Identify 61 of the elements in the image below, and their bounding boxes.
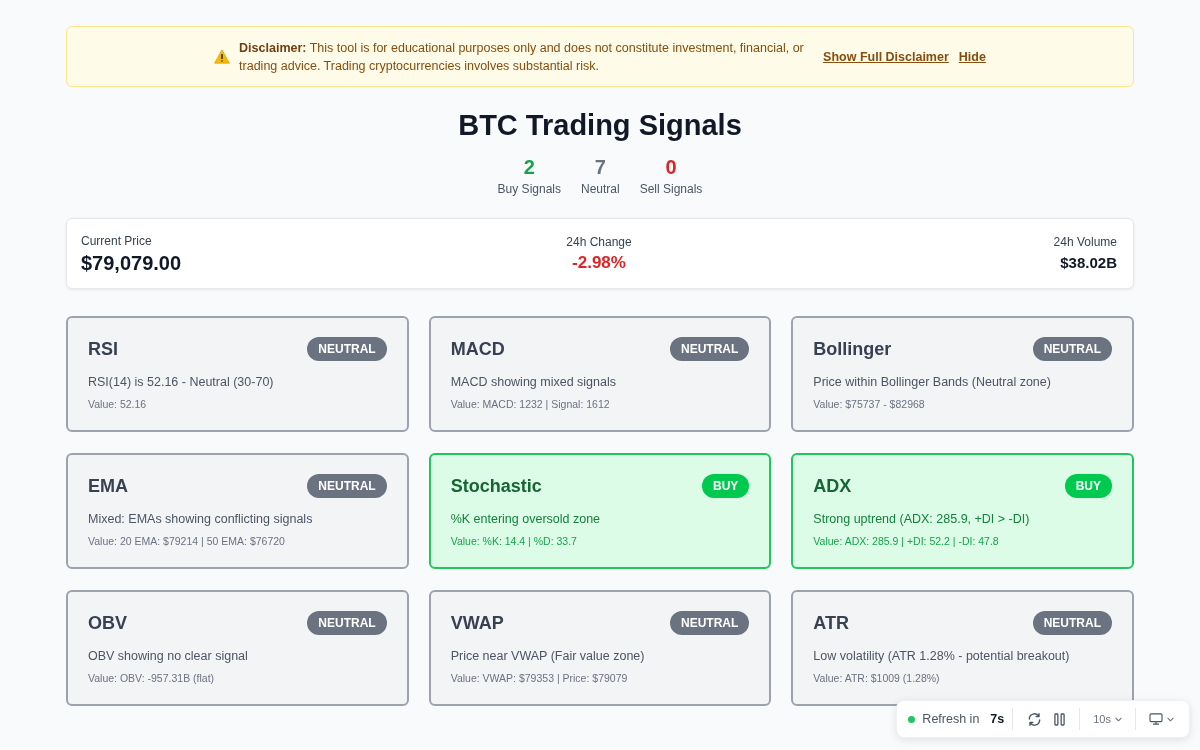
refresh-label: Refresh in — [922, 712, 980, 726]
indicator-value: Value: OBV: -957.31B (flat) — [88, 671, 216, 685]
signal-count-label: Sell Signals — [639, 181, 703, 197]
indicator-description: Price within Bollinger Bands (Neutral zone) — [813, 374, 1052, 391]
indicator-name: EMA — [88, 475, 128, 498]
indicator-value: Value: 52.16 — [88, 397, 148, 411]
market-label: Current Price — [81, 232, 152, 249]
indicator-description: Strong uptrend (ADX: 285.9, +DI > -DI) — [813, 511, 1031, 528]
indicator-name: VWAP — [450, 612, 504, 635]
indicator-value: Value: 20 EMA: $79214 | 50 EMA: $76720 — [88, 534, 286, 548]
page-title: BTC Trading Signals — [457, 108, 743, 142]
signal-badge: NEUTRAL — [670, 337, 750, 361]
interval-dropdown[interactable]: 10s — [1088, 710, 1127, 728]
chevron-down-icon — [1167, 716, 1174, 722]
signal-count-label: Buy Signals — [497, 181, 561, 197]
indicator-value: Value: ATR: $1009 (1.28%) — [813, 671, 941, 685]
indicator-name: ADX — [813, 475, 852, 498]
warning-icon — [214, 49, 231, 64]
indicator-name: Stochastic — [450, 475, 542, 498]
refresh-icon — [1027, 711, 1043, 727]
signal-count: 7 — [594, 155, 606, 179]
refresh-countdown: 7s — [990, 712, 1005, 726]
market-value: $79,079.00 — [81, 250, 182, 275]
indicator-description: %K entering oversold zone — [450, 511, 602, 528]
signal-count: 2 — [523, 155, 535, 179]
disclaimer-link[interactable]: Hide — [958, 49, 986, 64]
disclaimer-link[interactable]: Show Full Disclaimer — [823, 49, 949, 64]
signal-count-label: Neutral — [581, 181, 620, 197]
chevron-down-icon — [1115, 716, 1122, 722]
signal-badge: NEUTRAL — [1032, 611, 1112, 635]
indicator-description: MACD showing mixed signals — [450, 374, 617, 391]
market-value: -2.98% — [572, 251, 626, 274]
indicator-description: Price near VWAP (Fair value zone) — [450, 648, 646, 665]
indicator-description: Low volatility (ATR 1.28% - potential breakout) — [813, 648, 1071, 665]
signal-badge: NEUTRAL — [670, 611, 750, 635]
indicator-description: RSI(14) is 52.16 - Neutral (30-70) — [88, 374, 275, 391]
indicator-description: Mixed: EMAs showing conflicting signals — [88, 511, 314, 528]
indicator-value: Value: MACD: 1232 | Signal: 1612 — [450, 397, 611, 411]
indicator-value: Value: ADX: 285.9 | +DI: 52.2 | -DI: 47.8 — [813, 534, 1000, 548]
indicator-description: OBV showing no clear signal — [88, 648, 249, 665]
market-label: 24h Volume — [1053, 233, 1117, 250]
monitor-icon — [1149, 713, 1163, 725]
indicator-name: Bollinger — [813, 338, 892, 361]
signal-badge: NEUTRAL — [307, 337, 387, 361]
indicator-value: Value: VWAP: $79353 | Price: $79079 — [450, 671, 629, 685]
signal-badge: BUY — [702, 474, 750, 498]
signal-badge: NEUTRAL — [307, 474, 387, 498]
indicator-name: ATR — [813, 612, 849, 635]
pause-icon — [1054, 712, 1066, 726]
indicator-name: MACD — [450, 338, 505, 361]
signal-badge: NEUTRAL — [307, 611, 387, 635]
signal-badge: NEUTRAL — [1032, 337, 1112, 361]
indicator-name: OBV — [88, 612, 127, 635]
indicator-value: Value: %K: 14.4 | %D: 33.7 — [450, 534, 578, 548]
signal-count: 0 — [665, 155, 677, 179]
disclaimer-text: Disclaimer: This tool is for educational purposes only and does not constitute investment, financial, or trading advice. Trading cryptocurrencies involves substantial risk. — [239, 39, 805, 75]
signal-badge: BUY — [1064, 474, 1112, 498]
market-value: $38.02B — [1060, 252, 1117, 273]
market-label: 24h Change — [566, 233, 632, 250]
indicator-value: Value: $75737 - $82968 — [813, 397, 926, 411]
indicator-name: RSI — [88, 338, 118, 361]
